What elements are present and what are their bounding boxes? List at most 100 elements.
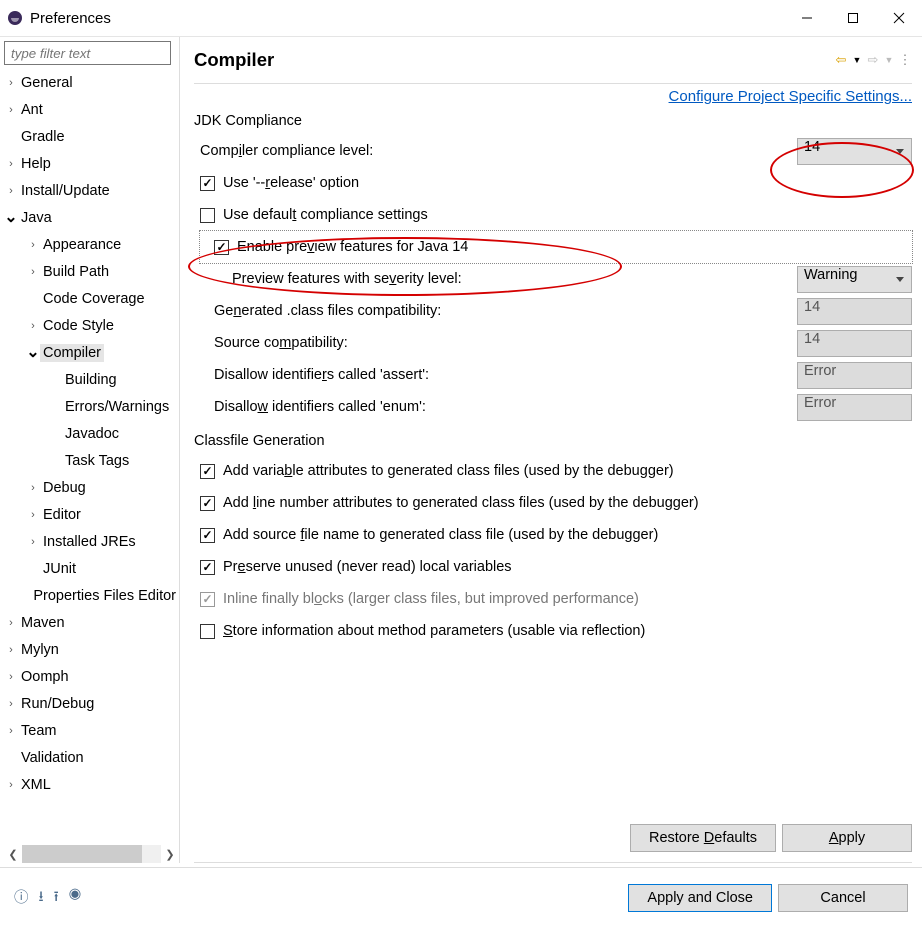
help-icon[interactable]: ⓘ	[14, 886, 29, 911]
back-menu-icon[interactable]: ▼	[850, 55, 864, 65]
tree-item-gradle[interactable]: Gradle	[4, 123, 179, 150]
configure-project-link[interactable]: Configure Project Specific Settings...	[669, 88, 912, 105]
use-release-label: Use '--release' option	[223, 175, 912, 191]
apply-and-close-button[interactable]: Apply and Close	[628, 884, 772, 912]
apply-button[interactable]: Apply	[782, 824, 912, 852]
chevron-right-icon[interactable]: ›	[4, 158, 18, 170]
tree-item-general[interactable]: ›General	[4, 69, 179, 96]
use-default-compliance-checkbox[interactable]	[200, 208, 215, 223]
cf-source-label: Add source file name to generated class …	[223, 527, 912, 543]
tree-item-label: Run/Debug	[18, 695, 97, 713]
disallow-assert-select: Error	[797, 362, 912, 389]
tree-item-debug[interactable]: ›Debug	[4, 474, 179, 501]
tree-item-editor[interactable]: ›Editor	[4, 501, 179, 528]
tree-item-label: Java	[18, 209, 55, 227]
tree-item-javadoc[interactable]: Javadoc	[4, 420, 179, 447]
chevron-right-icon[interactable]: ›	[4, 644, 18, 656]
tree-horizontal-scrollbar[interactable]: ❮ ❯	[4, 845, 179, 863]
record-icon[interactable]: ◉	[69, 886, 82, 911]
tree-item-junit[interactable]: JUnit	[4, 555, 179, 582]
chevron-right-icon[interactable]: ›	[26, 266, 40, 278]
scroll-right-icon[interactable]: ❯	[161, 845, 179, 863]
filter-input[interactable]	[4, 41, 171, 65]
cf-store-checkbox[interactable]	[200, 624, 215, 639]
tree-item-compiler[interactable]: ⌄Compiler	[4, 339, 179, 366]
forward-menu-icon[interactable]: ▼	[882, 55, 896, 65]
tree-item-appearance[interactable]: ›Appearance	[4, 231, 179, 258]
tree-item-building[interactable]: Building	[4, 366, 179, 393]
tree-item-errors-warnings[interactable]: Errors/Warnings	[4, 393, 179, 420]
tree-item-build-path[interactable]: ›Build Path	[4, 258, 179, 285]
tree-item-team[interactable]: ›Team	[4, 717, 179, 744]
chevron-right-icon[interactable]: ›	[26, 536, 40, 548]
cf-variable-checkbox[interactable]	[200, 464, 215, 479]
disallow-assert-label: Disallow identifiers called 'assert':	[214, 367, 797, 383]
chevron-right-icon[interactable]: ›	[4, 671, 18, 683]
tree-item-label: Editor	[40, 506, 84, 524]
tree-item-label: Task Tags	[62, 452, 132, 470]
cf-line-checkbox[interactable]	[200, 496, 215, 511]
scroll-left-icon[interactable]: ❮	[4, 845, 22, 863]
tree-item-label: Gradle	[18, 128, 68, 146]
enable-preview-checkbox[interactable]	[214, 240, 229, 255]
window-title: Preferences	[30, 10, 784, 27]
preferences-tree[interactable]: ›General›AntGradle›Help›Install/Update⌄J…	[4, 69, 179, 845]
preview-severity-select[interactable]: Warning	[797, 266, 912, 293]
chevron-down-icon[interactable]: ⌄	[4, 213, 18, 223]
cf-variable-label: Add variable attributes to generated cla…	[223, 463, 912, 479]
tree-item-install-update[interactable]: ›Install/Update	[4, 177, 179, 204]
back-icon[interactable]: ⇦	[834, 52, 848, 68]
cancel-button[interactable]: Cancel	[778, 884, 908, 912]
chevron-right-icon[interactable]: ›	[4, 185, 18, 197]
tree-item-task-tags[interactable]: Task Tags	[4, 447, 179, 474]
tree-item-xml[interactable]: ›XML	[4, 771, 179, 798]
tree-item-label: Properties Files Editor	[30, 587, 179, 605]
use-release-checkbox[interactable]	[200, 176, 215, 191]
import-icon[interactable]: ⭳	[39, 886, 44, 911]
tree-item-label: Javadoc	[62, 425, 122, 443]
chevron-right-icon[interactable]: ›	[4, 698, 18, 710]
chevron-right-icon[interactable]: ›	[4, 104, 18, 116]
jdk-compliance-heading: JDK Compliance	[194, 113, 912, 129]
cf-preserve-label: Preserve unused (never read) local varia…	[223, 559, 912, 575]
generated-class-label: Generated .class files compatibility:	[214, 303, 797, 319]
tree-item-mylyn[interactable]: ›Mylyn	[4, 636, 179, 663]
cf-source-checkbox[interactable]	[200, 528, 215, 543]
chevron-right-icon[interactable]: ›	[4, 779, 18, 791]
chevron-down-icon[interactable]: ⌄	[26, 348, 40, 358]
close-button[interactable]	[876, 1, 922, 35]
tree-item-oomph[interactable]: ›Oomph	[4, 663, 179, 690]
chevron-right-icon[interactable]: ›	[4, 725, 18, 737]
restore-defaults-button[interactable]: Restore Defaults	[630, 824, 776, 852]
tree-item-code-style[interactable]: ›Code Style	[4, 312, 179, 339]
tree-item-java[interactable]: ⌄Java	[4, 204, 179, 231]
cf-line-label: Add line number attributes to generated …	[223, 495, 912, 511]
forward-icon[interactable]: ⇨	[866, 52, 880, 68]
tree-item-ant[interactable]: ›Ant	[4, 96, 179, 123]
cf-preserve-checkbox[interactable]	[200, 560, 215, 575]
menu-icon[interactable]: ⋮	[898, 52, 912, 68]
chevron-right-icon[interactable]: ›	[26, 239, 40, 251]
use-default-compliance-label: Use default compliance settings	[223, 207, 912, 223]
compiler-page: Compiler ⇦ ▼ ⇨ ▼ ⋮ Configure Project Spe…	[180, 37, 922, 863]
chevron-right-icon[interactable]: ›	[4, 77, 18, 89]
chevron-right-icon[interactable]: ›	[26, 482, 40, 494]
tree-item-code-coverage[interactable]: Code Coverage	[4, 285, 179, 312]
chevron-right-icon[interactable]: ›	[26, 509, 40, 521]
tree-item-validation[interactable]: Validation	[4, 744, 179, 771]
tree-item-label: Help	[18, 155, 54, 173]
tree-item-maven[interactable]: ›Maven	[4, 609, 179, 636]
compliance-level-select[interactable]: 14	[797, 138, 912, 165]
tree-item-properties-files-editor[interactable]: Properties Files Editor	[4, 582, 179, 609]
chevron-right-icon[interactable]: ›	[26, 320, 40, 332]
chevron-right-icon[interactable]: ›	[4, 617, 18, 629]
maximize-button[interactable]	[830, 1, 876, 35]
tree-item-run-debug[interactable]: ›Run/Debug	[4, 690, 179, 717]
tree-item-installed-jres[interactable]: ›Installed JREs	[4, 528, 179, 555]
export-icon[interactable]: ⭱	[54, 886, 59, 911]
enable-preview-label: Enable preview features for Java 14	[237, 239, 912, 255]
tree-item-help[interactable]: ›Help	[4, 150, 179, 177]
tree-item-label: General	[18, 74, 76, 92]
scroll-thumb[interactable]	[22, 845, 142, 863]
minimize-button[interactable]	[784, 1, 830, 35]
